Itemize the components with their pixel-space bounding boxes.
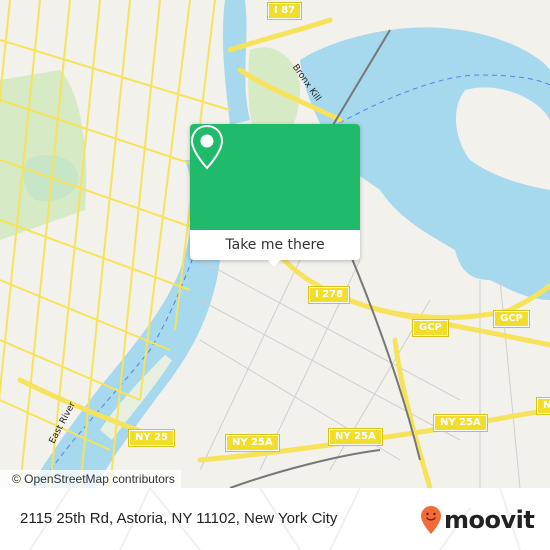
highway-shield-ny25a: NY 25A	[225, 434, 280, 452]
highway-shield-i87: I 87	[266, 2, 303, 20]
moovit-logo-text: moovit	[444, 506, 535, 534]
highway-shield-gcp: GCP	[493, 310, 530, 328]
highway-shield-partial: N	[535, 397, 550, 415]
take-me-there-button[interactable]: Take me there	[190, 230, 360, 260]
moovit-smiley-pin-icon	[421, 506, 441, 534]
central-park	[0, 70, 87, 240]
footer-bar: 2115 25th Rd, Astoria, NY 11102, New Yor…	[0, 488, 550, 550]
highway-shield-ny25a: NY 25A	[328, 428, 383, 446]
popup-header	[190, 124, 360, 230]
highway-shield-ny25a: NY 25A	[433, 414, 488, 432]
highway-shield-gcp: GCP	[412, 319, 449, 337]
highway-shield-i278: I 278	[307, 286, 351, 304]
popup-pointer	[266, 258, 282, 267]
location-popup: Take me there	[190, 124, 360, 267]
map-attribution[interactable]: © OpenStreetMap contributors	[0, 470, 181, 488]
harlem-river-water	[222, 0, 250, 125]
highway-shield-ny25: NY 25	[127, 429, 176, 447]
address-text: 2115 25th Rd, Astoria, NY 11102, New Yor…	[20, 510, 338, 527]
map-view[interactable]: I 87 I 278 GCP GCP NY 25 NY 25A NY 25A N…	[0, 0, 550, 488]
map-pin-icon	[190, 124, 224, 170]
